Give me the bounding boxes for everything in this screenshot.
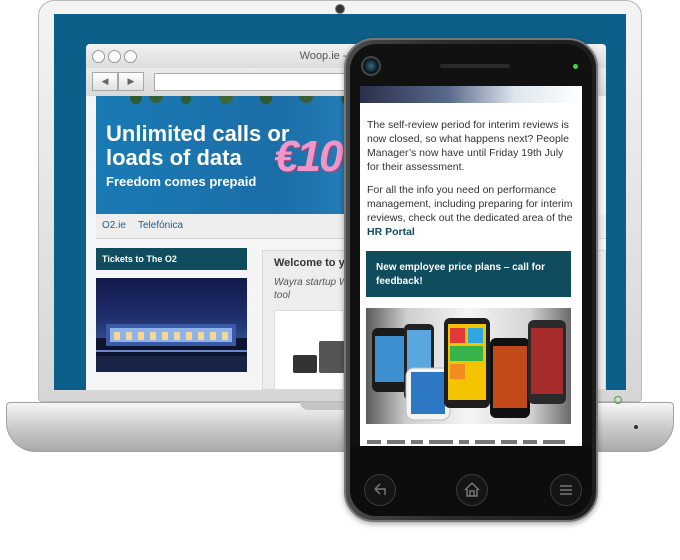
cutoff-text-fragments: [367, 440, 565, 444]
welcome-title: Welcome to yo: [274, 257, 352, 269]
back-button[interactable]: ◀: [92, 72, 118, 91]
welcome-card[interactable]: [274, 310, 345, 390]
sidebar-heading[interactable]: Tickets to The O2: [102, 254, 177, 264]
minimize-window-button[interactable]: [108, 50, 121, 63]
o2-arena-image[interactable]: [96, 278, 247, 372]
performance-paragraph: For all the info you need on performance…: [367, 183, 575, 239]
tablet-thumbnail: [293, 355, 317, 373]
truncated-text-line: [367, 436, 575, 446]
camera-icon: [361, 56, 381, 76]
close-window-button[interactable]: [92, 50, 105, 63]
webcam-icon: [335, 4, 345, 14]
menu-button-phone[interactable]: [550, 474, 582, 506]
power-icon: [614, 396, 622, 404]
home-button-phone[interactable]: [456, 474, 488, 506]
phones-lineup-illustration: [372, 318, 566, 421]
review-paragraph: The self-review period for interim revie…: [367, 119, 569, 173]
home-icon: [464, 481, 480, 497]
price-plans-text[interactable]: New employee price plans – call for feed…: [376, 261, 556, 289]
subnav-link-telefonica[interactable]: Telefónica: [138, 220, 183, 231]
back-button-phone[interactable]: [364, 474, 396, 506]
arena-illustration: [96, 324, 247, 372]
forward-button[interactable]: ▶: [118, 72, 144, 91]
sleep-led: [634, 425, 638, 429]
header-image-strip: [360, 86, 582, 103]
subnav-link-o2[interactable]: O2.ie: [102, 220, 126, 231]
speaker-grille: [440, 64, 510, 68]
hr-portal-link[interactable]: HR Portal: [367, 226, 415, 238]
phones-lineup-image[interactable]: [366, 308, 571, 424]
monitor-thumbnail: [319, 341, 345, 373]
notification-led: [573, 64, 578, 69]
hero-price: €10: [274, 132, 343, 181]
performance-text: For all the info you need on performance…: [367, 184, 573, 224]
menu-icon: [560, 485, 572, 495]
welcome-text: Wayra startup W tool: [274, 277, 349, 301]
maximize-window-button[interactable]: [124, 50, 137, 63]
back-icon: [374, 483, 386, 495]
